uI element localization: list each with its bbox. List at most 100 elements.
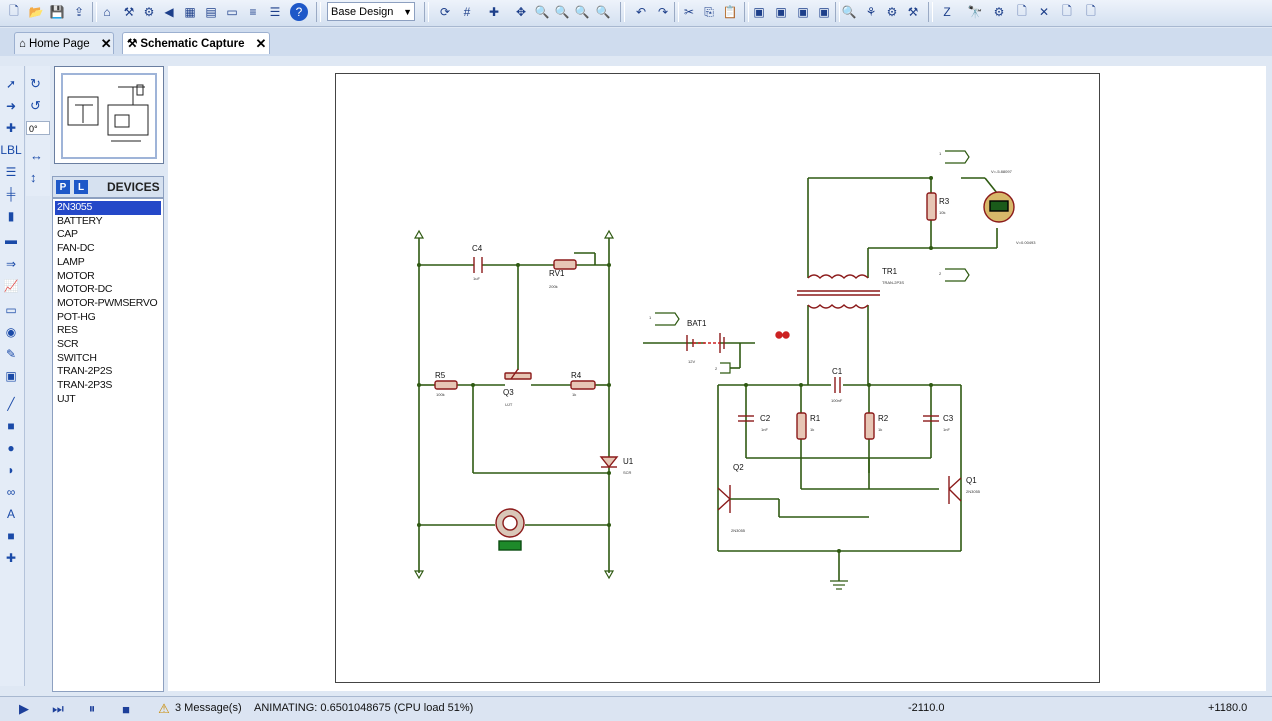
message-count[interactable]: 3 Message(s) bbox=[175, 702, 242, 714]
device-list-item[interactable]: BATTERY bbox=[55, 215, 161, 229]
zoom-all-icon[interactable]: 🔍 bbox=[573, 3, 591, 21]
bill-icon[interactable]: ▤ bbox=[202, 3, 220, 21]
redo-icon[interactable]: ↷ bbox=[654, 3, 672, 21]
help-icon[interactable]: ? bbox=[290, 3, 308, 21]
make-device-icon[interactable]: ⚘ bbox=[862, 3, 880, 21]
pcb-icon[interactable]: ▦ bbox=[181, 3, 199, 21]
refresh-icon[interactable]: ⟳ bbox=[436, 3, 454, 21]
new-file-icon[interactable]: 🗋 bbox=[5, 3, 23, 21]
step-icon[interactable]: ⏭ bbox=[50, 701, 66, 717]
line-icon[interactable]: ╱ bbox=[3, 396, 19, 412]
block-rotate-icon[interactable]: ▣ bbox=[794, 3, 812, 21]
wiring-icon[interactable]: ≡ bbox=[244, 3, 262, 21]
pick-button[interactable]: P bbox=[56, 180, 70, 194]
device-list-item[interactable]: SCR bbox=[55, 338, 161, 352]
device-list-item[interactable]: MOTOR-PWMSERVO bbox=[55, 297, 161, 311]
zoom-out-icon[interactable]: 🔍 bbox=[553, 3, 571, 21]
library-button[interactable]: L bbox=[74, 180, 88, 194]
subcircuit-icon[interactable]: ▮ bbox=[3, 208, 19, 224]
mirror-x-icon[interactable]: ↔ bbox=[30, 148, 43, 163]
copy-icon[interactable]: ⎘ bbox=[700, 3, 718, 21]
save-icon[interactable]: 💾 bbox=[48, 3, 66, 21]
device-list-item[interactable]: RES bbox=[55, 324, 161, 338]
device-list-item[interactable]: FAN-DC bbox=[55, 242, 161, 256]
instrument-icon[interactable]: ▣ bbox=[3, 368, 19, 384]
mirror-y-icon[interactable]: ↕ bbox=[30, 170, 37, 185]
tab-home-page[interactable]: ⌂ Home Page ✕ bbox=[14, 32, 114, 54]
device-list-item[interactable]: LAMP bbox=[55, 256, 161, 270]
buses-icon[interactable]: ╪ bbox=[3, 186, 19, 202]
block-delete-icon[interactable]: ▣ bbox=[815, 3, 833, 21]
pause-icon[interactable]: ⏸ bbox=[84, 701, 100, 717]
undo-icon[interactable]: ↶ bbox=[632, 3, 650, 21]
path-icon[interactable]: ∞ bbox=[3, 484, 19, 500]
grid-icon[interactable]: # bbox=[458, 3, 476, 21]
wire-autorouter-icon[interactable]: Z bbox=[938, 3, 956, 21]
overview-viewport[interactable] bbox=[61, 73, 157, 159]
block-copy-icon[interactable]: ▣ bbox=[750, 3, 768, 21]
generator-icon[interactable]: ◉ bbox=[3, 324, 19, 340]
paste-icon[interactable]: 📋 bbox=[721, 3, 739, 21]
list-icon[interactable]: ☰ bbox=[266, 3, 284, 21]
rotation-angle-field[interactable]: 0° bbox=[26, 121, 50, 135]
wire-label-icon[interactable]: LBL bbox=[0, 142, 21, 158]
close-icon[interactable]: ✕ bbox=[256, 33, 267, 55]
pan-icon[interactable]: ✥ bbox=[512, 3, 530, 21]
device-list-item[interactable]: UJT bbox=[55, 393, 161, 407]
origin-icon[interactable]: ✚ bbox=[485, 3, 503, 21]
selection-mode-icon[interactable]: ➚ bbox=[3, 76, 19, 92]
search-tag-icon[interactable]: 🔭 bbox=[966, 3, 984, 21]
zoom-in-icon[interactable]: 🔍 bbox=[533, 3, 551, 21]
open-folder-icon[interactable]: 📂 bbox=[27, 3, 45, 21]
decompose-icon[interactable]: ⚒ bbox=[904, 3, 922, 21]
design-select[interactable]: Base Design ▼ bbox=[327, 2, 415, 21]
text-icon[interactable]: A bbox=[3, 506, 19, 522]
stop-icon[interactable]: ■ bbox=[118, 701, 134, 717]
circle-icon[interactable]: ● bbox=[3, 440, 19, 456]
probe-icon[interactable]: ✎ bbox=[3, 346, 19, 362]
marker-icon[interactable]: ✚ bbox=[3, 550, 19, 566]
play-icon[interactable]: ▶ bbox=[16, 701, 32, 717]
device-pin-icon[interactable]: ⇒ bbox=[3, 256, 19, 272]
device-list-item[interactable]: TRAN-2P2S bbox=[55, 365, 161, 379]
symbol-icon[interactable]: ■ bbox=[3, 528, 19, 544]
pick-device-icon[interactable]: 🔍 bbox=[840, 3, 858, 21]
device-list-item[interactable]: CAP bbox=[55, 228, 161, 242]
device-list-item[interactable]: MOTOR bbox=[55, 270, 161, 284]
schematic-drawing[interactable]: C4 1uF RV1 200k R5 100k Q3 UJT R4 1k U1 … bbox=[335, 73, 1100, 683]
goto-sheet-icon[interactable]: 🗋 bbox=[1058, 3, 1076, 21]
rotate-ccw-icon[interactable]: ↺ bbox=[30, 98, 41, 114]
component-icon[interactable]: ⚙ bbox=[140, 3, 158, 21]
device-list-item[interactable]: POT-HG bbox=[55, 311, 161, 325]
device-list-item[interactable]: 2N3055 bbox=[55, 201, 161, 215]
home-icon[interactable]: ⌂ bbox=[98, 3, 116, 21]
close-icon[interactable]: ✕ bbox=[101, 33, 112, 55]
component-mode-icon[interactable]: ➜ bbox=[3, 98, 19, 114]
arc-icon[interactable]: ◗ bbox=[3, 462, 19, 478]
import-icon[interactable]: ⇪ bbox=[70, 3, 88, 21]
library-icon[interactable]: ⚒ bbox=[120, 3, 138, 21]
package-tool-icon[interactable]: ⚙ bbox=[883, 3, 901, 21]
zoom-area-icon[interactable]: 🔍 bbox=[594, 3, 612, 21]
device-list-item[interactable]: MOTOR-DC bbox=[55, 283, 161, 297]
rotate-cw-icon[interactable]: ↻ bbox=[30, 76, 41, 92]
new-sheet-icon[interactable]: 🗋 bbox=[1013, 3, 1031, 21]
device-list-item[interactable]: TRAN-2P3S bbox=[55, 379, 161, 393]
terminal-icon[interactable]: ▬ bbox=[3, 232, 19, 248]
text-script-icon[interactable]: ☰ bbox=[3, 164, 19, 180]
graph-icon[interactable]: 📈 bbox=[3, 278, 19, 294]
remove-sheet-icon[interactable]: ✕ bbox=[1035, 3, 1053, 21]
tab-schematic-capture[interactable]: ⚒ Schematic Capture ✕ bbox=[122, 32, 270, 54]
tape-recorder-icon[interactable]: ▭ bbox=[3, 302, 19, 318]
box-icon[interactable]: ■ bbox=[3, 418, 19, 434]
netlist-icon[interactable]: 🗋 bbox=[1082, 3, 1100, 21]
back-icon[interactable]: ◀ bbox=[160, 3, 178, 21]
device-list[interactable]: 2N3055 BATTERY CAP FAN-DC LAMP MOTOR MOTOR-DC M… bbox=[52, 198, 164, 692]
overview-window[interactable] bbox=[54, 66, 164, 164]
property-tool-icon[interactable]: ⚙ bbox=[990, 3, 1008, 21]
warning-icon[interactable]: ⚠ bbox=[156, 701, 172, 717]
junction-dot-icon[interactable]: ✚ bbox=[3, 120, 19, 136]
device-list-item[interactable]: SWITCH bbox=[55, 352, 161, 366]
document-icon[interactable]: ▭ bbox=[223, 3, 241, 21]
cut-icon[interactable]: ✂ bbox=[680, 3, 698, 21]
